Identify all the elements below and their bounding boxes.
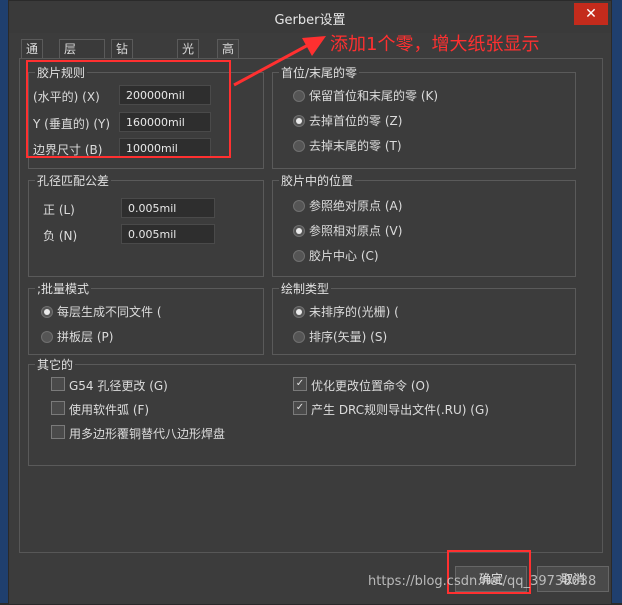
- polygon-pads-label: 用多边形覆铜替代八边形焊盘: [69, 427, 226, 441]
- zeros-suppress-leading-label: 去掉首位的零 (Z): [309, 114, 403, 128]
- batch-panelize-radio[interactable]: [41, 331, 53, 343]
- film-position-group: 胶片中的位置 参照绝对原点 (A) 参照相对原点 (V) 胶片中心 (C): [272, 172, 576, 277]
- other-group: 其它的 G54 孔径更改 (G) 使用软件弧 (F) 用多边形覆铜替代八边形焊盘…: [28, 356, 576, 466]
- batch-separate-label: 每层生成不同文件 (: [57, 305, 162, 319]
- position-relative-radio[interactable]: [293, 225, 305, 237]
- drc-export-label: 产生 DRC规则导出文件(.RU) (G): [311, 403, 489, 417]
- checkmark-icon: ✓: [295, 402, 305, 413]
- watermark: https://blog.csdn.net/qq_39738638: [368, 574, 597, 589]
- software-arcs-label: 使用软件弧 (F): [69, 403, 150, 417]
- tolerance-pos-input[interactable]: 0.005mil: [121, 198, 215, 218]
- zeros-suppress-trailing-label: 去掉末尾的零 (T): [309, 139, 402, 153]
- g54-checkbox[interactable]: [51, 377, 65, 391]
- zeros-suppress-trailing-radio[interactable]: [293, 140, 305, 152]
- tolerance-pos-label: 正 (L): [43, 203, 75, 217]
- background-left: [0, 0, 8, 603]
- zeros-keep-radio[interactable]: [293, 90, 305, 102]
- position-relative-label: 参照相对原点 (V): [309, 224, 403, 238]
- batch-panelize-label: 拼板层 (P): [57, 330, 114, 344]
- tab-apertures[interactable]: 光圈: [177, 39, 200, 75]
- software-arcs-checkbox[interactable]: [51, 401, 65, 415]
- title-bar: Gerber设置 ✕: [9, 1, 611, 33]
- position-absolute-radio[interactable]: [293, 200, 305, 212]
- batch-mode-group: ;批量模式 每层生成不同文件 ( 拼板层 (P): [28, 280, 264, 355]
- plot-type-title: 绘制类型: [279, 280, 332, 297]
- plot-sorted-radio[interactable]: [293, 331, 305, 343]
- annotation-text: 添加1个零，增大纸张显示: [330, 34, 540, 55]
- optimize-position-checkbox[interactable]: ✓: [293, 377, 307, 391]
- close-icon: ✕: [585, 6, 597, 22]
- drc-export-checkbox[interactable]: ✓: [293, 401, 307, 415]
- checkmark-icon: ✓: [295, 378, 305, 389]
- plot-sorted-label: 排序(矢量) (S): [309, 330, 388, 344]
- tolerance-neg-input[interactable]: 0.005mil: [121, 224, 215, 244]
- position-center-label: 胶片中心 (C): [309, 249, 379, 263]
- batch-separate-radio[interactable]: [41, 306, 53, 318]
- tab-drill-drawing[interactable]: 钻孔图层: [111, 39, 134, 113]
- batch-mode-title: ;批量模式: [35, 280, 92, 297]
- optimize-position-label: 优化更改位置命令 (O): [311, 379, 430, 393]
- annotation-arrow-icon: [233, 36, 326, 87]
- g54-label: G54 孔径更改 (G): [69, 379, 168, 393]
- tab-layers[interactable]: 层: [59, 39, 105, 59]
- plot-type-group: 绘制类型 未排序的(光栅) ( 排序(矢量) (S): [272, 280, 576, 355]
- position-center-radio[interactable]: [293, 250, 305, 262]
- tab-general[interactable]: 通用: [21, 39, 44, 75]
- hole-tolerance-title: 孔径匹配公差: [35, 172, 112, 189]
- film-position-title: 胶片中的位置: [279, 172, 356, 189]
- position-absolute-label: 参照绝对原点 (A): [309, 199, 403, 213]
- hole-tolerance-group: 孔径匹配公差 正 (L) 0.005mil 负 (N) 0.005mil: [28, 172, 264, 277]
- close-button[interactable]: ✕: [574, 3, 608, 25]
- polygon-pads-checkbox[interactable]: [51, 425, 65, 439]
- other-title: 其它的: [35, 356, 76, 373]
- tolerance-neg-label: 负 (N): [43, 229, 78, 243]
- window-title: Gerber设置: [274, 13, 346, 28]
- zeros-suppress-leading-radio[interactable]: [293, 115, 305, 127]
- plot-unsorted-radio[interactable]: [293, 306, 305, 318]
- film-rules-highlight: [26, 60, 231, 158]
- plot-unsorted-label: 未排序的(光栅) (: [309, 305, 399, 319]
